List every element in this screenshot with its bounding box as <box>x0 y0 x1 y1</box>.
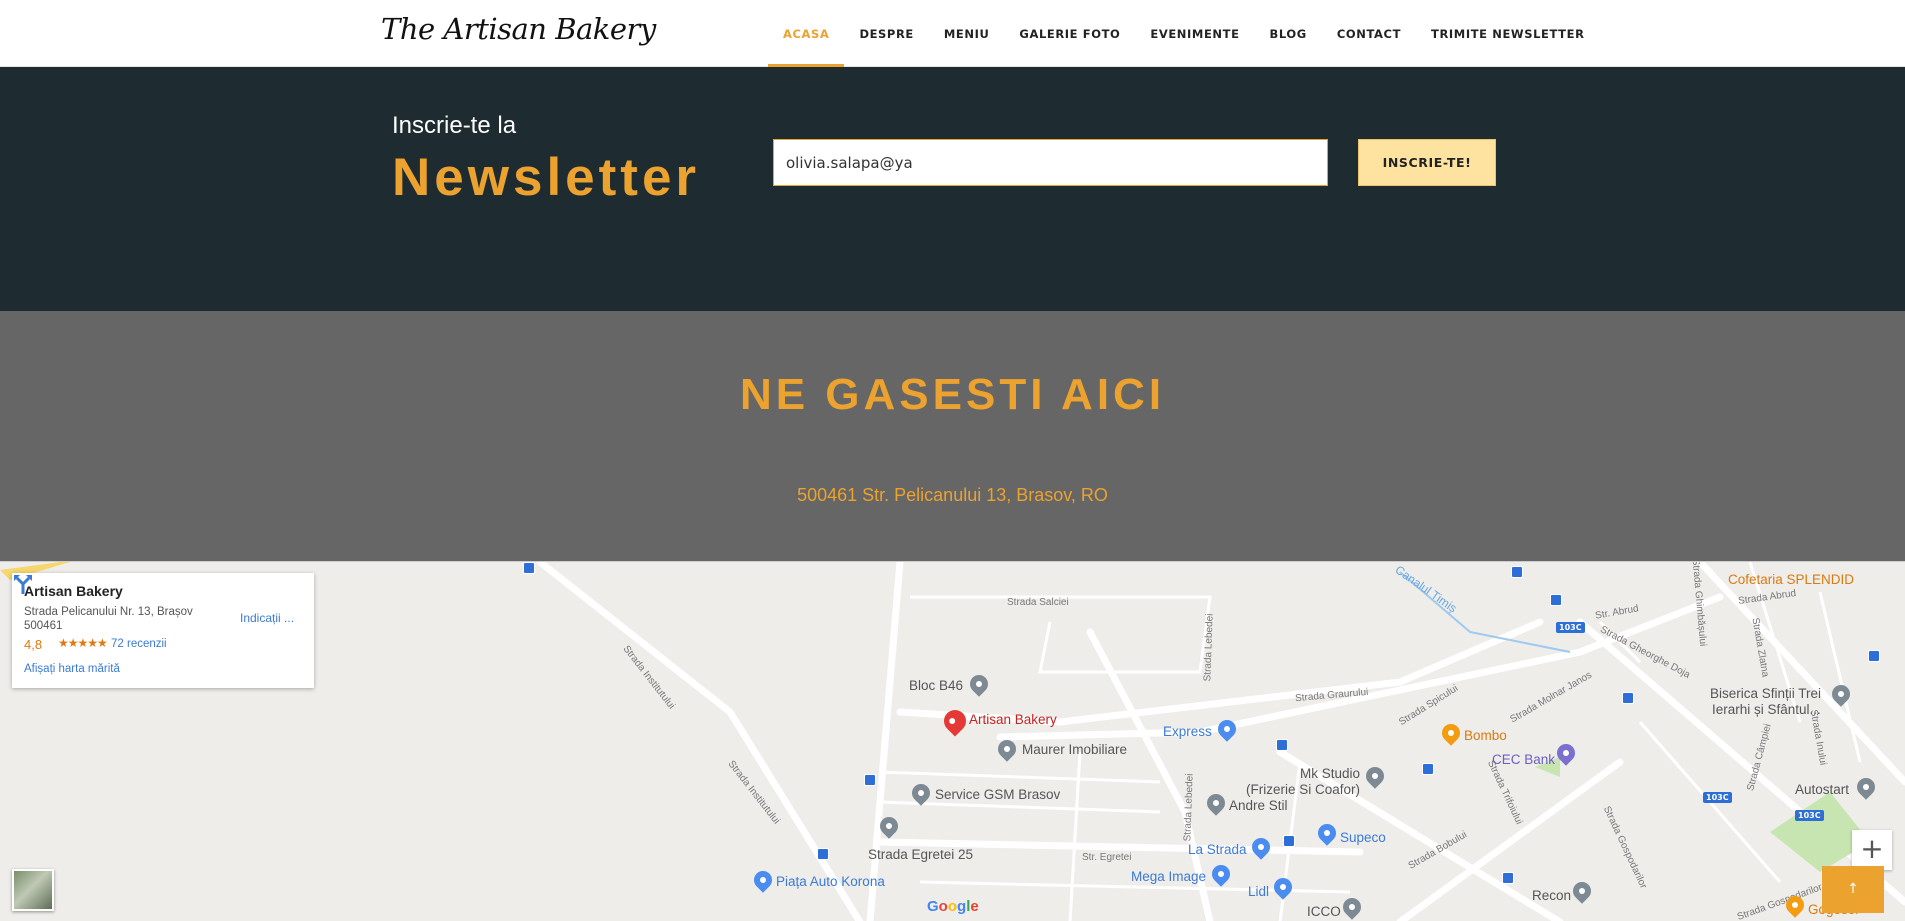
place-label-supeco[interactable]: Supeco <box>1340 830 1386 845</box>
site-logo[interactable]: The Artisan Bakery <box>381 12 656 46</box>
bus-stop-icon[interactable] <box>1511 566 1523 578</box>
street-label: Str. Egretei <box>1082 852 1132 863</box>
menu-item-blog[interactable]: BLOG <box>1255 0 1322 67</box>
newsletter-email-input[interactable] <box>773 139 1328 186</box>
place-label-splendid[interactable]: Cofetaria SPLENDID <box>1728 572 1854 587</box>
scroll-to-top-button[interactable]: ↑ <box>1822 866 1884 913</box>
newsletter-title: Newsletter <box>392 148 701 207</box>
place-label-bombo[interactable]: Bombo <box>1464 728 1507 743</box>
bus-stop-icon[interactable] <box>817 848 829 860</box>
bus-stop-icon[interactable] <box>1276 739 1288 751</box>
google-letter: o <box>938 898 948 915</box>
rating-stars-icon: ★★★★★ <box>58 636 108 650</box>
google-map[interactable]: Artisan Bakery Strada Pelicanului Nr. 13… <box>0 561 1905 921</box>
place-label-bloc[interactable]: Bloc B46 <box>909 678 963 693</box>
newsletter-section: Inscrie-te la Newsletter INSCRIE-TE! <box>0 67 1905 311</box>
zoom-in-button[interactable]: + <box>1852 830 1892 870</box>
google-logo: Google <box>927 898 979 915</box>
find-us-section: NE GASESTI AICI 500461 Str. Pelicanului … <box>0 311 1905 561</box>
bus-stop-icon[interactable] <box>1622 692 1634 704</box>
bus-stop-icon[interactable] <box>1550 594 1562 606</box>
satellite-view-toggle[interactable] <box>12 869 54 911</box>
directions-link[interactable]: Indicații ... <box>240 611 294 625</box>
route-badge: 103C <box>1795 810 1824 821</box>
route-badge: 103C <box>1703 792 1732 803</box>
google-letter: G <box>927 898 939 915</box>
find-us-title: NE GASESTI AICI <box>739 370 1166 419</box>
larger-map-link[interactable]: Afișați harta mărită <box>24 663 120 675</box>
place-label-egretei[interactable]: Strada Egretei 25 <box>868 847 973 862</box>
place-label-lastrada[interactable]: La Strada <box>1188 842 1247 857</box>
place-label-cec[interactable]: CEC Bank <box>1492 752 1555 767</box>
find-us-address: 500461 Str. Pelicanului 13, Brasov, RO <box>797 485 1108 505</box>
place-label-biserica-2[interactable]: Ierarhi și Sfântul... <box>1712 702 1821 717</box>
bus-stop-icon[interactable] <box>864 774 876 786</box>
place-label-icco[interactable]: ICCO <box>1307 904 1341 919</box>
top-navbar: The Artisan Bakery ACASA DESPRE MENIU GA… <box>0 0 1905 67</box>
directions-icon[interactable] <box>12 573 34 595</box>
bus-stop-icon[interactable] <box>1422 763 1434 775</box>
street-label: Strada Salciei <box>1007 597 1069 608</box>
bus-stop-icon[interactable] <box>1283 835 1295 847</box>
google-letter: g <box>957 898 967 915</box>
place-label-mkstudio[interactable]: Mk Studio <box>1300 766 1360 781</box>
google-letter: e <box>970 898 979 915</box>
place-rating: 4,8 <box>24 637 43 652</box>
menu-item-trimite-newsletter[interactable]: TRIMITE NEWSLETTER <box>1416 0 1600 67</box>
reviews-link[interactable]: 72 recenzii <box>111 638 167 650</box>
place-label-maurer[interactable]: Maurer Imobiliare <box>1022 742 1127 757</box>
place-name: Artisan Bakery <box>24 583 123 599</box>
place-label-frizerie[interactable]: (Frizerie Si Coafor) <box>1246 782 1360 797</box>
menu-item-galerie-foto[interactable]: GALERIE FOTO <box>1004 0 1135 67</box>
place-label-recon[interactable]: Recon <box>1532 888 1571 903</box>
main-menu: ACASA DESPRE MENIU GALERIE FOTO EVENIMEN… <box>768 0 1600 67</box>
menu-item-meniu[interactable]: MENIU <box>929 0 1005 67</box>
place-label-express[interactable]: Express <box>1163 724 1212 739</box>
menu-item-contact[interactable]: CONTACT <box>1322 0 1416 67</box>
subscribe-button[interactable]: INSCRIE-TE! <box>1358 139 1496 186</box>
newsletter-subtitle: Inscrie-te la <box>392 112 517 139</box>
place-address: Strada Pelicanului Nr. 13, Brașov 500461 <box>24 606 193 632</box>
menu-item-acasa[interactable]: ACASA <box>768 0 845 67</box>
place-label-biserica[interactable]: Biserica Sfinții Trei <box>1710 686 1821 701</box>
place-label-service[interactable]: Service GSM Brasov <box>935 787 1060 802</box>
bus-stop-icon[interactable] <box>523 562 535 574</box>
place-label-piata[interactable]: Piața Auto Korona <box>776 874 885 889</box>
place-label-bakery[interactable]: Artisan Bakery <box>969 712 1057 727</box>
place-label-mega[interactable]: Mega Image <box>1131 869 1206 884</box>
place-info-card: Artisan Bakery Strada Pelicanului Nr. 13… <box>12 573 314 688</box>
route-badge: 103C <box>1556 622 1585 633</box>
place-label-andre[interactable]: Andre Stil <box>1229 798 1288 813</box>
google-letter: o <box>947 898 958 915</box>
menu-item-despre[interactable]: DESPRE <box>844 0 928 67</box>
bus-stop-icon[interactable] <box>1502 872 1514 884</box>
place-label-lidl[interactable]: Lidl <box>1248 884 1269 899</box>
menu-item-evenimente[interactable]: EVENIMENTE <box>1135 0 1254 67</box>
bus-stop-icon[interactable] <box>1868 650 1880 662</box>
place-label-autostart[interactable]: Autostart <box>1795 782 1849 797</box>
